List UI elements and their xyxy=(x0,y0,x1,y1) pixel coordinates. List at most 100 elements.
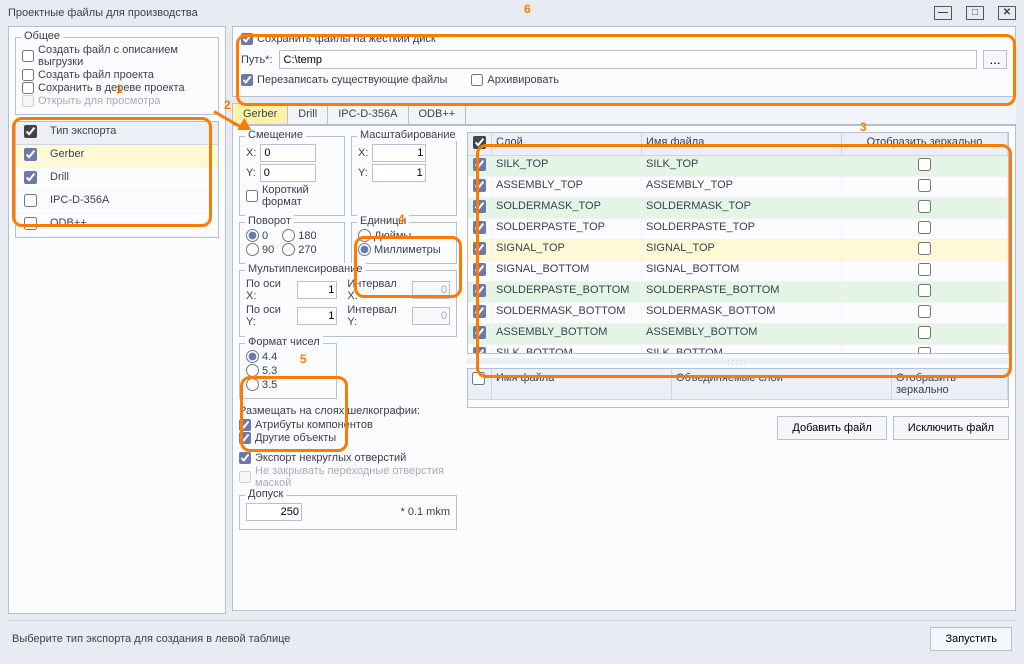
export-type-list[interactable]: Тип экспорта Gerber Drill IPC-D-356A ODB… xyxy=(15,121,219,238)
layer-row[interactable]: SOLDERPASTE_BOTTOM SOLDERPASTE_BOTTOM xyxy=(468,282,1008,303)
layer-mirror[interactable] xyxy=(918,221,931,234)
layer-row[interactable]: SOLDERMASK_BOTTOM SOLDERMASK_BOTTOM xyxy=(468,303,1008,324)
chk-project-file[interactable] xyxy=(22,69,34,81)
chk-short-format[interactable] xyxy=(246,190,258,202)
layer-row[interactable]: SOLDERMASK_TOP SOLDERMASK_TOP xyxy=(468,198,1008,219)
layer-chk[interactable] xyxy=(473,326,486,339)
export-item-drill[interactable]: Drill xyxy=(44,168,218,190)
export-type-header: Тип экспорта xyxy=(44,122,218,144)
layers-table[interactable]: Слой Имя файла Отобразить зеркально SILK… xyxy=(467,132,1009,354)
layer-row[interactable]: ASSEMBLY_TOP ASSEMBLY_TOP xyxy=(468,177,1008,198)
layer-mirror[interactable] xyxy=(918,305,931,318)
tab-drill[interactable]: Drill xyxy=(287,103,328,124)
layer-mirror[interactable] xyxy=(918,347,931,354)
browse-button[interactable]: ... xyxy=(983,50,1007,69)
close-button[interactable]: ✕ xyxy=(998,6,1016,20)
tolerance-input[interactable] xyxy=(246,503,302,521)
rot-0[interactable] xyxy=(246,229,259,242)
layer-name: SIGNAL_BOTTOM xyxy=(492,261,642,281)
nf-44[interactable] xyxy=(246,350,259,363)
layer-mirror[interactable] xyxy=(918,242,931,255)
layers-check-all[interactable] xyxy=(473,136,486,149)
chk-silk-other[interactable] xyxy=(239,432,251,444)
layer-file: SOLDERMASK_BOTTOM xyxy=(642,303,842,323)
chk-save-disk[interactable] xyxy=(241,33,253,45)
layer-name: ASSEMBLY_TOP xyxy=(492,177,642,197)
layer-file: SIGNAL_BOTTOM xyxy=(642,261,842,281)
unit-inch[interactable] xyxy=(358,229,371,242)
export-ipc-chk[interactable] xyxy=(24,194,37,207)
silk-label: Размещать на слоях шелкографии: xyxy=(239,405,457,417)
scale-x[interactable] xyxy=(372,144,426,162)
export-odb-chk[interactable] xyxy=(24,217,37,230)
nf-53[interactable] xyxy=(246,364,259,377)
export-gerber-chk[interactable] xyxy=(24,148,37,161)
layer-file: SOLDERPASTE_TOP xyxy=(642,219,842,239)
layer-mirror[interactable] xyxy=(918,284,931,297)
scale-y[interactable] xyxy=(372,164,426,182)
layer-name: SOLDERPASTE_BOTTOM xyxy=(492,282,642,302)
layer-chk[interactable] xyxy=(473,305,486,318)
offset-y[interactable] xyxy=(260,164,316,182)
mplex-ix xyxy=(412,281,450,299)
export-check-all[interactable] xyxy=(24,125,37,138)
chk-save-tree[interactable] xyxy=(22,82,34,94)
mplex-ay[interactable] xyxy=(297,307,337,325)
layer-row[interactable]: SIGNAL_BOTTOM SIGNAL_BOTTOM xyxy=(468,261,1008,282)
layer-chk[interactable] xyxy=(473,284,486,297)
layer-mirror[interactable] xyxy=(918,326,931,339)
layer-chk[interactable] xyxy=(473,347,486,354)
layer-file: SIGNAL_TOP xyxy=(642,240,842,260)
tab-ipc[interactable]: IPC-D-356A xyxy=(327,103,408,124)
layer-chk[interactable] xyxy=(473,158,486,171)
chk-export-description[interactable] xyxy=(22,50,34,62)
layer-mirror[interactable] xyxy=(918,158,931,171)
rot-270[interactable] xyxy=(282,243,295,256)
rot-180[interactable] xyxy=(282,229,295,242)
layer-chk[interactable] xyxy=(473,200,486,213)
offset-x[interactable] xyxy=(260,144,316,162)
layer-row[interactable]: SILK_BOTTOM SILK_BOTTOM xyxy=(468,345,1008,354)
chk-nocover xyxy=(239,471,251,483)
tab-odb[interactable]: ODB++ xyxy=(408,103,467,124)
add-file-button[interactable]: Добавить файл xyxy=(777,416,886,440)
general-legend: Общее xyxy=(21,30,63,42)
layer-row[interactable]: SOLDERPASTE_TOP SOLDERPASTE_TOP xyxy=(468,219,1008,240)
layer-file: SILK_BOTTOM xyxy=(642,345,842,354)
nf-35[interactable] xyxy=(246,378,259,391)
mplex-ax[interactable] xyxy=(297,281,337,299)
window-title: Проектные файлы для производства xyxy=(8,0,198,26)
layer-row[interactable]: ASSEMBLY_BOTTOM ASSEMBLY_BOTTOM xyxy=(468,324,1008,345)
chk-archive[interactable] xyxy=(471,74,483,86)
layer-chk[interactable] xyxy=(473,221,486,234)
layer-mirror[interactable] xyxy=(918,263,931,276)
export-drill-chk[interactable] xyxy=(24,171,37,184)
splitter-grip[interactable]: ::::: xyxy=(467,358,1009,364)
files-table[interactable]: Имя файла Объединяемые слои Отобразить з… xyxy=(467,368,1009,408)
layer-row[interactable]: SILK_TOP SILK_TOP xyxy=(468,156,1008,177)
layer-file: ASSEMBLY_BOTTOM xyxy=(642,324,842,344)
maximize-button[interactable]: □ xyxy=(966,6,984,20)
chk-overwrite[interactable] xyxy=(241,74,253,86)
path-input[interactable] xyxy=(279,50,977,69)
layer-mirror[interactable] xyxy=(918,200,931,213)
layer-mirror[interactable] xyxy=(918,179,931,192)
files-check-all[interactable] xyxy=(472,372,485,385)
exclude-file-button[interactable]: Исключить файл xyxy=(893,416,1009,440)
layer-chk[interactable] xyxy=(473,263,486,276)
unit-mm[interactable] xyxy=(358,243,371,256)
export-item-ipc[interactable]: IPC-D-356A xyxy=(44,191,218,213)
tab-gerber[interactable]: Gerber xyxy=(232,103,288,124)
rot-90[interactable] xyxy=(246,243,259,256)
layer-name: SOLDERMASK_BOTTOM xyxy=(492,303,642,323)
minimize-button[interactable]: — xyxy=(934,6,952,20)
run-button[interactable]: Запустить xyxy=(930,627,1012,651)
status-hint: Выберите тип экспорта для создания в лев… xyxy=(12,633,290,645)
export-item-odb[interactable]: ODB++ xyxy=(44,214,218,236)
layer-chk[interactable] xyxy=(473,179,486,192)
export-item-gerber[interactable]: Gerber xyxy=(44,145,218,167)
layer-row[interactable]: SIGNAL_TOP SIGNAL_TOP xyxy=(468,240,1008,261)
chk-silk-attr[interactable] xyxy=(239,419,251,431)
layer-chk[interactable] xyxy=(473,242,486,255)
chk-noncirc[interactable] xyxy=(239,452,251,464)
